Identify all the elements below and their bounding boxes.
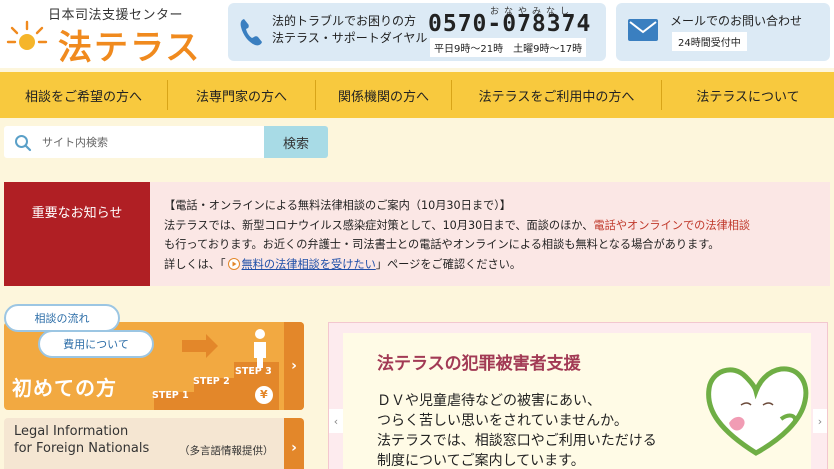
foreign-note: （多言語情報提供） (179, 445, 274, 457)
search-input[interactable] (42, 130, 257, 154)
logo-title: 法テラス (58, 28, 202, 68)
search-bar: 検索 (0, 124, 834, 162)
notice-line-2-text: 法テラスでは、新型コロナウイルス感染症対策として、10月30日まで、面談のほか、 (164, 218, 594, 232)
phone-icon (240, 19, 262, 46)
fees-bubble[interactable]: 費用について (38, 330, 154, 358)
chevron-left-icon[interactable]: ‹ (329, 409, 343, 433)
notice-line-2: 法テラスでは、新型コロナウイルス感染症対策として、10月30日まで、面談のほか、… (164, 216, 818, 236)
banner-line-1: ＤＶや児童虐待などの被害にあい、 (377, 393, 601, 409)
nav-item-current-users[interactable]: 法テラスをご利用中の方へ (452, 80, 662, 110)
phone-hours: 平日9時～21時 土曜9時～17時 (430, 38, 587, 57)
banner-line-2: つらく苦しい思いをされていませんか。 (377, 413, 628, 429)
main-nav: 相談をご希望の方へ 法専門家の方へ 関係機関の方へ 法テラスをご利用中の方へ 法… (0, 72, 834, 118)
phone-number[interactable]: 0570-078374 (428, 11, 591, 37)
foreign-nationals-card[interactable]: Legal Information for Foreign Nationals … (4, 418, 304, 469)
chevron-right-icon: › (284, 322, 304, 410)
yen-icon: ¥ (260, 388, 268, 401)
crime-victim-banner[interactable]: 法テラスの犯罪被害者支援 ＤＶや児童虐待などの被害にあい、 つらく苦しい思いをさ… (328, 322, 828, 469)
notice-highlight: 電話やオンラインでの法律相談 (593, 218, 751, 232)
mail-inquiry-box[interactable]: メールでのお問い合わせ 24時間受付中 (616, 3, 830, 61)
phone-label: 法的トラブルでお困りの方 法テラス・サポートダイヤル (272, 13, 427, 47)
nav-item-legal-professionals[interactable]: 法専門家の方へ (168, 80, 316, 110)
important-notice-body: 【電話・オンラインによる無料法律相談のご案内（10月30日まで）】 法テラスでは… (150, 182, 830, 286)
site-logo[interactable]: 日本司法支援センター 法テラス (6, 4, 206, 68)
notice-line-4-pre: 詳しくは、「 (164, 257, 226, 271)
step-1-label: STEP 1 (152, 390, 189, 401)
step-3-label: STEP 3 (235, 366, 272, 377)
site-header: 日本司法支援センター 法テラス 法的トラブルでお困りの方 法テラス・サポートダイ… (0, 0, 834, 68)
foreign-title-line1: Legal Information (14, 424, 129, 439)
nav-item-consultation[interactable]: 相談をご希望の方へ (0, 80, 168, 110)
notice-line-4-post: 」ページをご確認ください。 (375, 257, 522, 271)
support-dial-box[interactable]: 法的トラブルでお困りの方 法テラス・サポートダイヤル おなやみなし 0570-0… (228, 3, 606, 61)
sun-logo-icon (6, 20, 48, 50)
search-icon (15, 135, 32, 152)
nav-item-related-agencies[interactable]: 関係機関の方へ (316, 80, 452, 110)
chevron-right-icon[interactable]: › (813, 409, 827, 433)
free-consultation-link[interactable]: 無料の法律相談を受けたい (242, 258, 376, 271)
banner-line-3: 法テラスでは、相談窓口やご利用いただける (377, 433, 657, 449)
phone-label-line1: 法的トラブルでお困りの方 (272, 14, 417, 28)
notice-line-3: も行っております。お近くの弁護士・司法書士との電話やオンラインによる相談も無料と… (164, 238, 720, 251)
banner-title: 法テラスの犯罪被害者支援 (377, 354, 581, 374)
nav-item-about[interactable]: 法テラスについて (662, 80, 834, 110)
important-notice-label: 重要なお知らせ (4, 182, 150, 286)
banner-line-4: 制度についてご案内しています。 (377, 453, 585, 469)
phone-label-line2: 法テラス・サポートダイヤル (272, 31, 428, 45)
mail-icon (628, 19, 658, 41)
chevron-right-icon: › (284, 418, 304, 469)
heart-mascot-icon (706, 366, 809, 456)
mail-label: メールでのお問い合わせ (670, 14, 803, 28)
beginner-title: 初めての方 (12, 376, 117, 400)
foreign-title-line2: for Foreign Nationals (14, 441, 150, 456)
mail-hours: 24時間受付中 (672, 32, 747, 51)
step-2-label: STEP 2 (193, 376, 230, 387)
play-circle-icon (227, 257, 240, 270)
consultation-flow-bubble[interactable]: 相談の流れ (4, 304, 120, 332)
notice-heading: 【電話・オンラインによる無料法律相談のご案内（10月30日まで）】 (164, 199, 511, 212)
banner-text: ＤＶや児童虐待などの被害にあい、 つらく苦しい思いをされていませんか。 法テラス… (377, 391, 657, 469)
search-button[interactable]: 検索 (264, 126, 328, 158)
search-field (4, 126, 264, 158)
notice-line-4: 詳しくは、「 無料の法律相談を受けたい」ページをご確認ください。 (164, 255, 818, 275)
